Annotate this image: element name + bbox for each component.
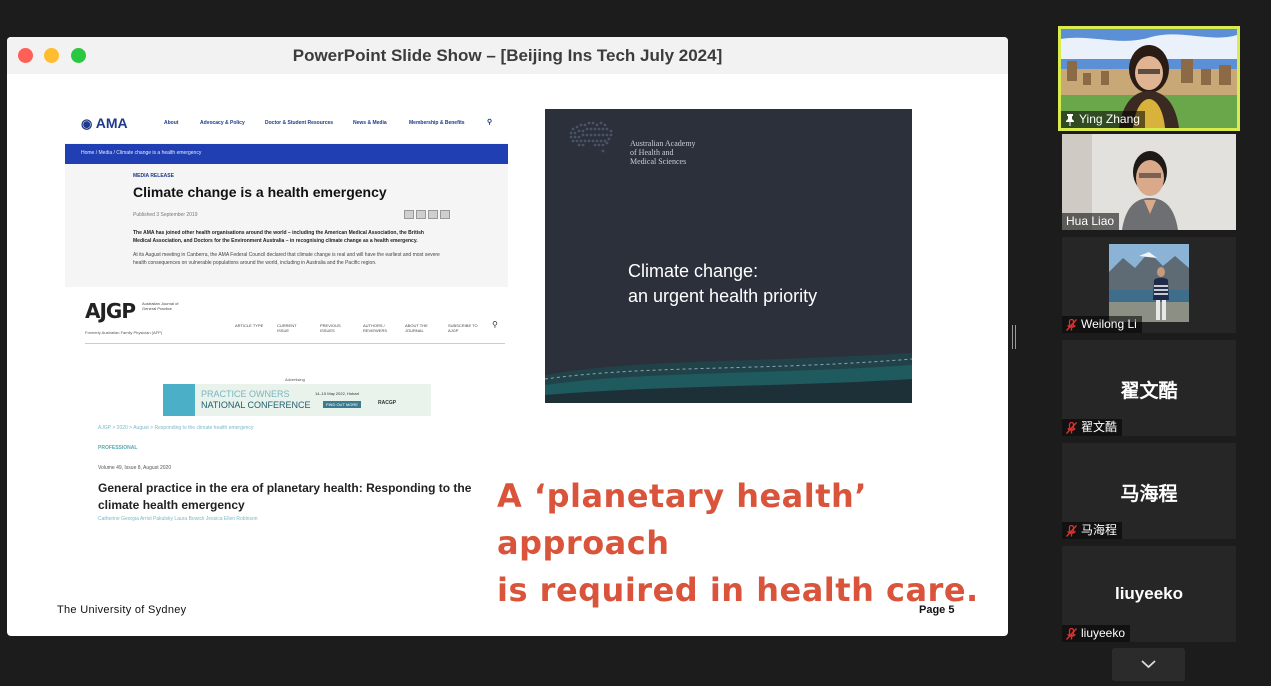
search-icon: ⚲ [492,320,498,329]
participant-tile-ying-zhang[interactable]: Ying Zhang [1058,26,1240,131]
australia-dot-map-logo [569,121,613,153]
ajgp-subtitle: Australian Journal of General Practice [142,301,179,311]
participant-tile-name-only[interactable]: 马海程 马海程 [1062,443,1236,539]
participant-name-tag: Hua Liao [1062,213,1120,230]
divider [85,343,505,344]
panel-splitter-handle[interactable] [1012,325,1016,349]
participant-tile-name-only[interactable]: 翟文酷 翟文酷 [1062,340,1236,436]
participant-tile-weilong-li[interactable]: Weilong Li [1062,237,1236,333]
ama-media-release-label: MEDIA RELEASE [133,173,174,179]
ama-article-title: Climate change is a health emergency [133,184,387,200]
ad-graphic [163,384,195,416]
ajgp-nav-item: ABOUT THE JOURNAL [405,323,428,333]
mic-muted-icon [1066,524,1077,537]
chevron-down-icon [1141,660,1156,669]
ama-logo: ◉ AMA [81,115,128,131]
mic-muted-icon [1066,421,1077,434]
title-bar: PowerPoint Slide Show – [Beijing Ins Tec… [7,37,1008,74]
ama-nav-item: News & Media [353,120,387,126]
participant-name-tag: Ying Zhang [1061,111,1145,128]
participant-display-name: 马海程 [1120,484,1178,505]
share-icon [428,210,438,219]
ama-lead-paragraph: The AMA has joined other health organisa… [133,230,424,244]
ama-webpage-screenshot: ◉ AMA About Advocacy & Policy Doctor & S… [65,107,508,287]
ad-headline: PRACTICE OWNERS [201,389,290,399]
participant-tile-hua-liao[interactable]: Hua Liao [1062,134,1236,230]
ajgp-volume: Volume 49, Issue 8, August 2020 [98,465,172,471]
ajgp-nav-item: SUBSCRIBE TO AJGP [448,323,478,333]
participant-tile-liuyeeko[interactable]: liuyeeko liuyeeko [1062,546,1236,642]
ajgp-nav-item: ARTICLE TYPE [235,323,264,328]
slide-page-number: Page 5 [919,604,955,616]
search-icon: ⚲ [487,119,493,126]
share-icon [416,210,426,219]
ama-nav-item: Advocacy & Policy [200,120,245,126]
participant-name-tag: Weilong Li [1062,316,1142,333]
ama-nav-bar: ◉ AMA About Advocacy & Policy Doctor & S… [65,107,508,143]
more-participants-button[interactable] [1112,648,1185,681]
ajgp-nav-item: PREVIOUS ISSUES [320,323,341,333]
participant-display-name: liuyeeko [1114,584,1184,603]
ajgp-article-title: General practice in the era of planetary… [98,481,472,512]
ama-body-paragraph: At its August meeting in Canberra, the A… [133,252,440,266]
participant-display-name: 翟文酷 [1120,381,1178,402]
ajgp-breadcrumb: AJGP > 2020 > August > Responding to the… [98,425,254,431]
ajgp-nav-item: CURRENT ISSUE [277,323,297,333]
ama-publish-date: Published 3 September 2019 [133,212,198,218]
ama-nav-item: Membership & Benefits [409,120,465,126]
ama-nav-item: Doctor & Student Resources [265,120,334,126]
participant-profile-photo [1109,244,1189,322]
ajgp-nav-item: AUTHORS / REVIEWERS [363,323,388,333]
mic-muted-icon [1066,318,1077,331]
ama-nav-item: About [164,120,179,126]
slide-show-window: PowerPoint Slide Show – [Beijing Ins Tec… [7,37,1008,636]
participant-name-tag: 翟文酷 [1062,419,1123,436]
ajgp-logo: AJGP [85,299,136,323]
ad-brand: RACGP [378,400,397,406]
ad-label: Advertising [285,377,305,382]
ama-breadcrumb: Home / Media / Climate change is a healt… [81,150,202,156]
academy-name: Australian Academy of Health and Medical… [630,139,696,166]
academy-slide-image: Australian Academy of Health and Medical… [545,109,912,403]
slide-tagline: A ‘planetary health’ approach is require… [497,477,979,609]
ajgp-webpage-screenshot: AJGP Australian Journal of General Pract… [65,295,508,527]
ad-headline: NATIONAL CONFERENCE [201,400,311,410]
participant-name-tag: 马海程 [1062,522,1123,539]
ajgp-article-type: PROFESSIONAL [98,445,138,451]
pin-icon [1066,113,1074,126]
ad-button: FIND OUT MORE [323,401,361,408]
ad-banner: PRACTICE OWNERS NATIONAL CONFERENCE 14–1… [163,384,431,416]
ad-date: 14–15 May 2022, Hobart [315,391,360,396]
share-icon [404,210,414,219]
ama-breadcrumb-bar: Home / Media / Climate change is a healt… [65,144,508,164]
share-icon [440,210,450,219]
academy-slide-title: Climate change: an urgent health priorit… [628,261,818,306]
window-title: PowerPoint Slide Show – [Beijing Ins Tec… [292,46,723,65]
mic-muted-icon [1066,627,1077,640]
wave-decoration [545,353,912,403]
ajgp-authors: Catherine Georgia Arriol Pakulsky Laura … [98,516,258,522]
ajgp-formerly-note: Formerly Australian Family Physician (AF… [85,330,163,335]
participant-name-tag: liuyeeko [1062,625,1131,642]
slide-footer-institution: The University of Sydney [57,604,187,616]
